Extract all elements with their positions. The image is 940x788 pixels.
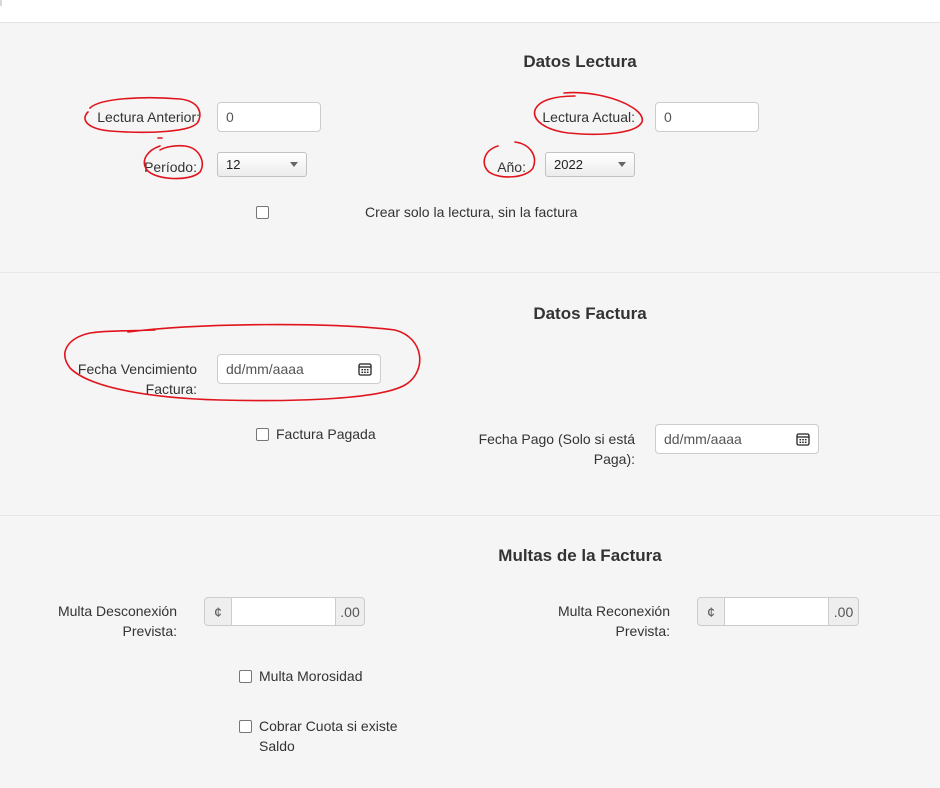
currency-addon: ¢: [697, 597, 725, 626]
multa-reconexion-label-line2: Prevista:: [615, 623, 670, 639]
chevron-down-icon: [290, 162, 298, 167]
fecha-pago-label-line1: Fecha Pago (Solo si está: [478, 431, 635, 447]
cobrar-cuota-label-line1: Cobrar Cuota si existe: [259, 718, 398, 734]
decimal-addon: .00: [335, 597, 365, 626]
chevron-down-icon: [618, 162, 626, 167]
cobrar-cuota-checkbox[interactable]: [239, 720, 252, 733]
multa-reconexion-label: Multa Reconexión Prevista:: [520, 601, 670, 641]
calendar-icon[interactable]: [796, 432, 810, 446]
anio-select[interactable]: 2022: [545, 152, 635, 177]
factura-pagada-checkbox[interactable]: [256, 428, 269, 441]
section-divider: [0, 272, 940, 273]
vencimiento-label: Fecha Vencimiento Factura:: [40, 359, 197, 399]
currency-addon: ¢: [204, 597, 232, 626]
multa-reconexion-input[interactable]: [725, 597, 828, 626]
lectura-anterior-label: Lectura Anterior:: [97, 109, 200, 125]
top-bar-edge: [0, 0, 2, 6]
calendar-icon[interactable]: [358, 362, 372, 376]
multa-morosidad-checkbox[interactable]: [239, 670, 252, 683]
factura-pagada-label: Factura Pagada: [276, 426, 376, 442]
multa-desconexion-label-line2: Prevista:: [122, 623, 177, 639]
vencimiento-label-line2: Factura:: [145, 381, 197, 397]
section-title-lectura: Datos Lectura: [523, 52, 637, 71]
periodo-select-value: 12: [226, 157, 241, 172]
decimal-addon: .00: [828, 597, 859, 626]
section-title-factura: Datos Factura: [533, 304, 647, 323]
section-divider: [0, 515, 940, 516]
solo-lectura-label: Crear solo la lectura, sin la factura: [365, 204, 578, 220]
cobrar-cuota-label-line2: Saldo: [259, 738, 295, 754]
fecha-pago-placeholder: dd/mm/aaaa: [664, 431, 742, 447]
anio-label: Año:: [497, 159, 526, 175]
multa-desconexion-label: Multa Desconexión Prevista:: [20, 601, 177, 641]
anio-select-value: 2022: [554, 157, 583, 172]
periodo-label: Período:: [144, 159, 197, 175]
fecha-vencimiento-input[interactable]: dd/mm/aaaa: [217, 354, 381, 384]
solo-lectura-checkbox[interactable]: [256, 206, 269, 219]
fecha-pago-label-line2: Paga):: [593, 451, 635, 467]
multa-desconexion-label-line1: Multa Desconexión: [57, 603, 177, 619]
multa-morosidad-label: Multa Morosidad: [259, 668, 363, 684]
fecha-vencimiento-placeholder: dd/mm/aaaa: [226, 361, 304, 377]
multa-desconexion-input[interactable]: [232, 597, 335, 626]
cobrar-cuota-label: Cobrar Cuota si existe Saldo: [259, 716, 398, 756]
top-bar: [0, 0, 940, 23]
fecha-pago-input[interactable]: dd/mm/aaaa: [655, 424, 819, 454]
lectura-anterior-input[interactable]: 0: [217, 102, 321, 132]
vencimiento-label-line1: Fecha Vencimiento: [77, 361, 197, 377]
section-title-multas: Multas de la Factura: [498, 546, 662, 565]
lectura-actual-label: Lectura Actual:: [542, 109, 635, 125]
periodo-select[interactable]: 12: [217, 152, 307, 177]
lectura-actual-input[interactable]: 0: [655, 102, 759, 132]
multa-reconexion-label-line1: Multa Reconexión: [557, 603, 670, 619]
fecha-pago-label: Fecha Pago (Solo si está Paga):: [445, 429, 635, 469]
